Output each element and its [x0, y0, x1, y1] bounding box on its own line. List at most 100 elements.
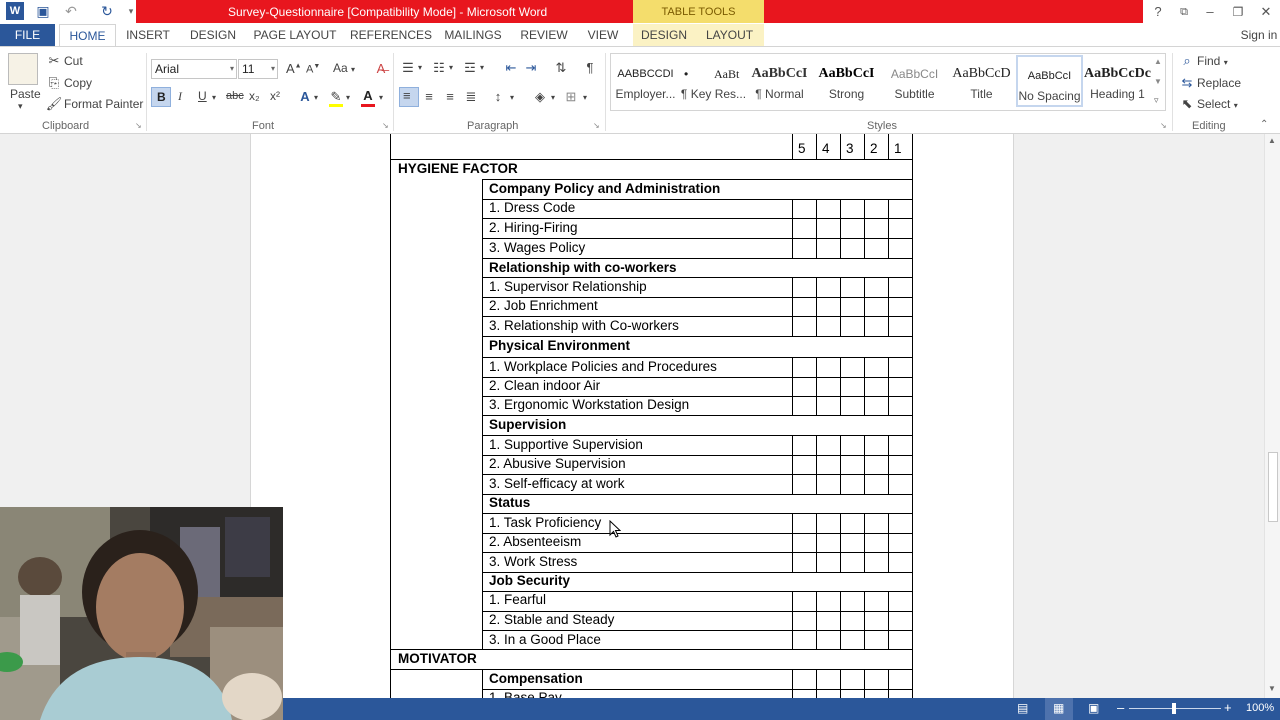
borders-dropdown-icon[interactable]: ▾ [583, 93, 587, 102]
style-no-spacing[interactable]: AaBbCcI No Spacing [1016, 55, 1083, 107]
close-icon[interactable]: ✕ [1254, 2, 1278, 22]
zoom-out-icon[interactable]: – [1117, 700, 1124, 715]
underline-dropdown-icon[interactable]: ▾ [212, 93, 216, 102]
title-bar: W ▣ ↶ ↻ ▾ Survey-Questionnaire [Compatib… [0, 0, 1280, 24]
paste-dropdown-icon[interactable]: ▾ [18, 101, 23, 112]
tab-table-design[interactable]: DESIGN [633, 24, 695, 46]
shrink-font-button[interactable]: A▼ [306, 63, 320, 76]
borders-icon[interactable]: ⊞ [562, 88, 580, 106]
collapse-ribbon-icon[interactable]: ⌃ [1260, 119, 1268, 130]
zoom-in-icon[interactable]: + [1224, 700, 1232, 715]
shading-icon[interactable]: ◈ [531, 88, 549, 106]
tab-home[interactable]: HOME [59, 24, 116, 46]
line-spacing-dropdown-icon[interactable]: ▾ [510, 93, 514, 102]
subscript-button[interactable]: x₂ [249, 89, 260, 103]
paragraph-launcher-icon[interactable]: ↘ [593, 121, 600, 130]
align-center-icon[interactable]: ≡ [420, 88, 438, 106]
tab-mailings[interactable]: MAILINGS [440, 24, 506, 46]
vertical-scrollbar[interactable]: ▲ ▼ [1264, 134, 1280, 698]
scroll-up-icon[interactable]: ▲ [1268, 136, 1276, 145]
line-spacing-icon[interactable]: ↕ [489, 88, 507, 106]
paste-button[interactable]: Paste [10, 87, 41, 101]
strikethrough-button[interactable]: abc [226, 90, 244, 102]
increase-indent-icon[interactable]: ⇥ [522, 59, 540, 77]
redo-icon[interactable]: ↻ [98, 2, 116, 20]
font-size-combo[interactable]: 11 ▾ [238, 59, 278, 79]
align-left-button[interactable]: ≡ [399, 87, 419, 107]
tab-view[interactable]: VIEW [582, 24, 624, 46]
clipboard-launcher-icon[interactable]: ↘ [135, 121, 142, 130]
superscript-button[interactable]: x² [270, 89, 280, 103]
help-icon[interactable]: ? [1146, 2, 1170, 22]
tab-file[interactable]: FILE [0, 24, 55, 46]
font-launcher-icon[interactable]: ↘ [382, 121, 389, 130]
word-icon[interactable]: W [6, 2, 24, 20]
scroll-down-icon[interactable]: ▼ [1268, 684, 1276, 693]
numbering-icon[interactable]: ☷ [430, 59, 448, 77]
save-icon[interactable]: ▣ [34, 2, 52, 20]
print-layout-button[interactable]: ▦ [1045, 698, 1073, 720]
style-strong[interactable]: AaBbCcI Strong [813, 55, 880, 107]
align-right-icon[interactable]: ≡ [441, 88, 459, 106]
undo-icon[interactable]: ↶ [62, 2, 80, 20]
rating-header-3: 3 [846, 141, 854, 156]
show-formatting-icon[interactable]: ¶ [581, 59, 599, 77]
justify-icon[interactable]: ≣ [462, 88, 480, 106]
format-painter-button[interactable]: Format Painter [64, 97, 143, 111]
zoom-slider-thumb[interactable] [1172, 703, 1176, 714]
font-color-icon[interactable]: A [359, 87, 377, 105]
style-subtitle[interactable]: AaBbCcI Subtitle [881, 55, 948, 107]
multilevel-dropdown-icon[interactable]: ▾ [480, 63, 484, 72]
multilevel-list-icon[interactable]: ☲ [461, 59, 479, 77]
styles-more-icon[interactable]: ▿ [1154, 95, 1159, 106]
sort-icon[interactable]: ⇅ [552, 59, 570, 77]
tab-design[interactable]: DESIGN [186, 24, 240, 46]
highlight-dropdown-icon[interactable]: ▾ [346, 93, 350, 102]
style-heading-1[interactable]: AaBbCcDc Heading 1 [1084, 55, 1151, 107]
font-name-combo[interactable]: Arial ▾ [151, 59, 237, 79]
tab-references[interactable]: REFERENCES [350, 24, 432, 46]
tab-page-layout[interactable]: PAGE LAYOUT [252, 24, 338, 46]
grow-font-button[interactable]: A▲ [286, 61, 302, 76]
numbering-dropdown-icon[interactable]: ▾ [449, 63, 453, 72]
replace-button[interactable]: Replace [1197, 76, 1241, 90]
bullets-dropdown-icon[interactable]: ▾ [418, 63, 422, 72]
select-button[interactable]: Select ▾ [1197, 97, 1238, 111]
restore-icon[interactable]: ❐ [1226, 2, 1250, 22]
sign-in-link[interactable]: Sign in [1238, 24, 1280, 46]
styles-scroll-up-icon[interactable]: ▲ [1154, 57, 1162, 66]
font-name-value: Arial [155, 62, 180, 76]
tab-insert[interactable]: INSERT [122, 24, 174, 46]
copy-button[interactable]: Copy [64, 76, 92, 90]
styles-scroll-down-icon[interactable]: ▼ [1154, 77, 1162, 86]
tab-table-layout[interactable]: LAYOUT [695, 24, 764, 46]
cut-button[interactable]: Cut [64, 54, 83, 68]
shading-dropdown-icon[interactable]: ▾ [551, 93, 555, 102]
styles-launcher-icon[interactable]: ↘ [1160, 121, 1167, 130]
paragraph-group-label: Paragraph [467, 120, 519, 132]
scrollbar-thumb[interactable] [1268, 452, 1278, 522]
bold-button[interactable]: B [151, 87, 171, 107]
style-employer[interactable]: AABBCCDI Employer... [612, 55, 679, 107]
separator [146, 53, 147, 131]
underline-button[interactable]: U [198, 89, 207, 103]
clear-formatting-icon[interactable]: A̶ [372, 60, 390, 78]
style-title[interactable]: AaBbCcD Title [948, 55, 1015, 107]
text-effects-icon[interactable]: A [296, 88, 314, 106]
decrease-indent-icon[interactable]: ⇤ [502, 59, 520, 77]
zoom-level[interactable]: 100% [1246, 702, 1274, 714]
minimize-icon[interactable]: – [1198, 2, 1222, 22]
item-label: 1. Workplace Policies and Procedures [489, 359, 717, 374]
read-mode-icon[interactable]: ▤ [1017, 701, 1028, 715]
italic-button[interactable]: I [178, 89, 182, 104]
paste-icon[interactable] [8, 53, 38, 85]
bullets-icon[interactable]: ☰ [399, 59, 417, 77]
ribbon-display-icon[interactable]: ⧉ [1172, 2, 1196, 22]
change-case-button[interactable]: Aa ▾ [333, 61, 355, 75]
text-effects-dropdown-icon[interactable]: ▾ [314, 93, 318, 102]
find-button[interactable]: Find ▾ [1197, 54, 1228, 68]
page[interactable] [250, 134, 1014, 698]
web-layout-icon[interactable]: ▣ [1088, 701, 1099, 715]
font-color-dropdown-icon[interactable]: ▾ [379, 93, 383, 102]
tab-review[interactable]: REVIEW [516, 24, 572, 46]
